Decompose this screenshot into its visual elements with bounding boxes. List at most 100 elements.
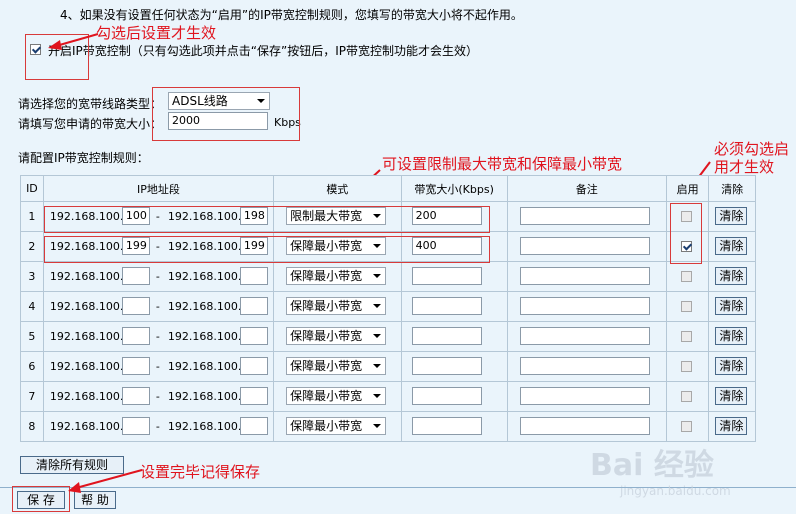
annotation-limit-text: 可设置限制最大带宽和保障最小带宽 [382,155,623,173]
table-row: 3 192.168.100. - 192.168.100. 保障最小带宽 清除 [20,261,756,292]
note-input[interactable] [519,417,650,435]
mode-select[interactable]: 保障最小带宽 [286,297,387,315]
enable-cell [665,321,710,352]
ip-prefix: 192.168.100. [167,390,242,403]
ip-range-cell: 192.168.100. - 192.168.100. [42,261,275,292]
ip-range-cell: 192.168.100. - 192.168.100. [42,381,275,412]
ip-end-input[interactable] [239,267,268,285]
enable-cell [665,411,710,442]
enable-rule-checkbox[interactable] [680,301,692,312]
mode-value: 保障最小带宽 [290,359,363,373]
note-input[interactable] [519,327,650,345]
note-input[interactable] [519,267,650,285]
watermark-main: Bai 经验 [590,448,714,483]
mode-select[interactable]: 保障最小带宽 [286,387,387,405]
bandwidth-limit-input[interactable] [411,297,482,315]
note-input[interactable] [519,207,650,225]
bandwidth-cell [400,321,508,352]
ip-start-input[interactable] [121,417,150,435]
note-input[interactable] [519,387,650,405]
ip-prefix: 192.168.100. [49,270,124,283]
ip-prefix: 192.168.100. [49,420,124,433]
row-id: 7 [20,381,44,412]
ip-dash: - [155,300,160,313]
ip-prefix: 192.168.100. [49,360,124,373]
ip-end-input[interactable] [239,357,268,375]
enable-rule-checkbox[interactable] [680,361,692,372]
mode-select[interactable]: 保障最小带宽 [286,327,387,345]
col-mode: 模式 [273,175,402,202]
mode-value: 保障最小带宽 [290,389,363,403]
mode-value: 保障最小带宽 [290,419,363,433]
clear-row-button[interactable]: 清除 [715,297,748,315]
ip-end-input[interactable] [239,327,268,345]
clear-cell: 清除 [708,411,756,442]
mode-cell: 保障最小带宽 [273,291,402,322]
clear-row-button[interactable]: 清除 [715,267,748,285]
enable-cell [665,351,710,382]
bandwidth-cell [400,411,508,442]
annotation-arrow-icon [48,33,99,50]
bandwidth-limit-input[interactable] [411,357,482,375]
bandwidth-limit-input[interactable] [411,327,482,345]
enable-cell [665,291,710,322]
ip-end-input[interactable] [239,297,268,315]
annotation-arrow-icon [68,469,143,493]
ip-dash: - [155,390,160,403]
clear-row-button[interactable]: 清除 [715,327,748,345]
clear-row-button[interactable]: 清除 [715,207,748,225]
clear-row-button[interactable]: 清除 [715,417,748,435]
mode-cell: 保障最小带宽 [273,411,402,442]
enable-cell [665,381,710,412]
col-ip: IP地址段 [42,175,275,202]
ip-start-input[interactable] [121,297,150,315]
mode-cell: 保障最小带宽 [273,381,402,412]
enable-rule-checkbox[interactable] [680,271,692,282]
bandwidth-cell [400,351,508,382]
ip-dash: - [155,330,160,343]
mode-select[interactable]: 保障最小带宽 [286,357,387,375]
ip-range-cell: 192.168.100. - 192.168.100. [42,351,275,382]
ip-start-input[interactable] [121,357,150,375]
ip-prefix: 192.168.100. [167,270,242,283]
ip-end-input[interactable] [239,387,268,405]
clear-cell: 清除 [708,231,756,262]
ip-start-input[interactable] [121,267,150,285]
chevron-down-icon [373,364,382,368]
table-row: 6 192.168.100. - 192.168.100. 保障最小带宽 清除 [20,351,756,382]
note-cell [506,201,667,232]
ip-range-cell: 192.168.100. - 192.168.100. [42,411,275,442]
table-row: 7 192.168.100. - 192.168.100. 保障最小带宽 清除 [20,381,756,412]
mode-select[interactable]: 保障最小带宽 [286,417,387,435]
note-input[interactable] [519,357,650,375]
bandwidth-limit-input[interactable] [411,387,482,405]
chevron-down-icon [373,304,382,308]
clear-cell: 清除 [708,291,756,322]
clear-cell: 清除 [708,201,756,232]
ip-dash: - [155,360,160,373]
enable-rule-checkbox[interactable] [680,421,692,432]
row-id: 1 [20,201,44,232]
enable-rule-checkbox[interactable] [680,391,692,402]
clear-row-button[interactable]: 清除 [715,237,748,255]
col-id: ID [20,175,44,202]
bandwidth-cell [400,381,508,412]
ip-prefix: 192.168.100. [167,360,242,373]
enable-rule-checkbox[interactable] [680,331,692,342]
mode-select[interactable]: 保障最小带宽 [286,267,387,285]
annotation-save-reminder: 设置完毕记得保存 [140,463,261,481]
bandwidth-limit-input[interactable] [411,417,482,435]
mode-value: 保障最小带宽 [290,299,363,313]
clear-row-button[interactable]: 清除 [715,357,748,375]
note-input[interactable] [519,297,650,315]
note-input[interactable] [519,237,650,255]
clear-row-button[interactable]: 清除 [715,387,748,405]
note-cell [506,411,667,442]
ip-start-input[interactable] [121,387,150,405]
row-id: 2 [20,231,44,262]
note-cell [506,321,667,352]
bandwidth-limit-input[interactable] [411,267,482,285]
ip-start-input[interactable] [121,327,150,345]
ip-end-input[interactable] [239,417,268,435]
bandwidth-label: 请填写您申请的带宽大小： [18,117,163,131]
